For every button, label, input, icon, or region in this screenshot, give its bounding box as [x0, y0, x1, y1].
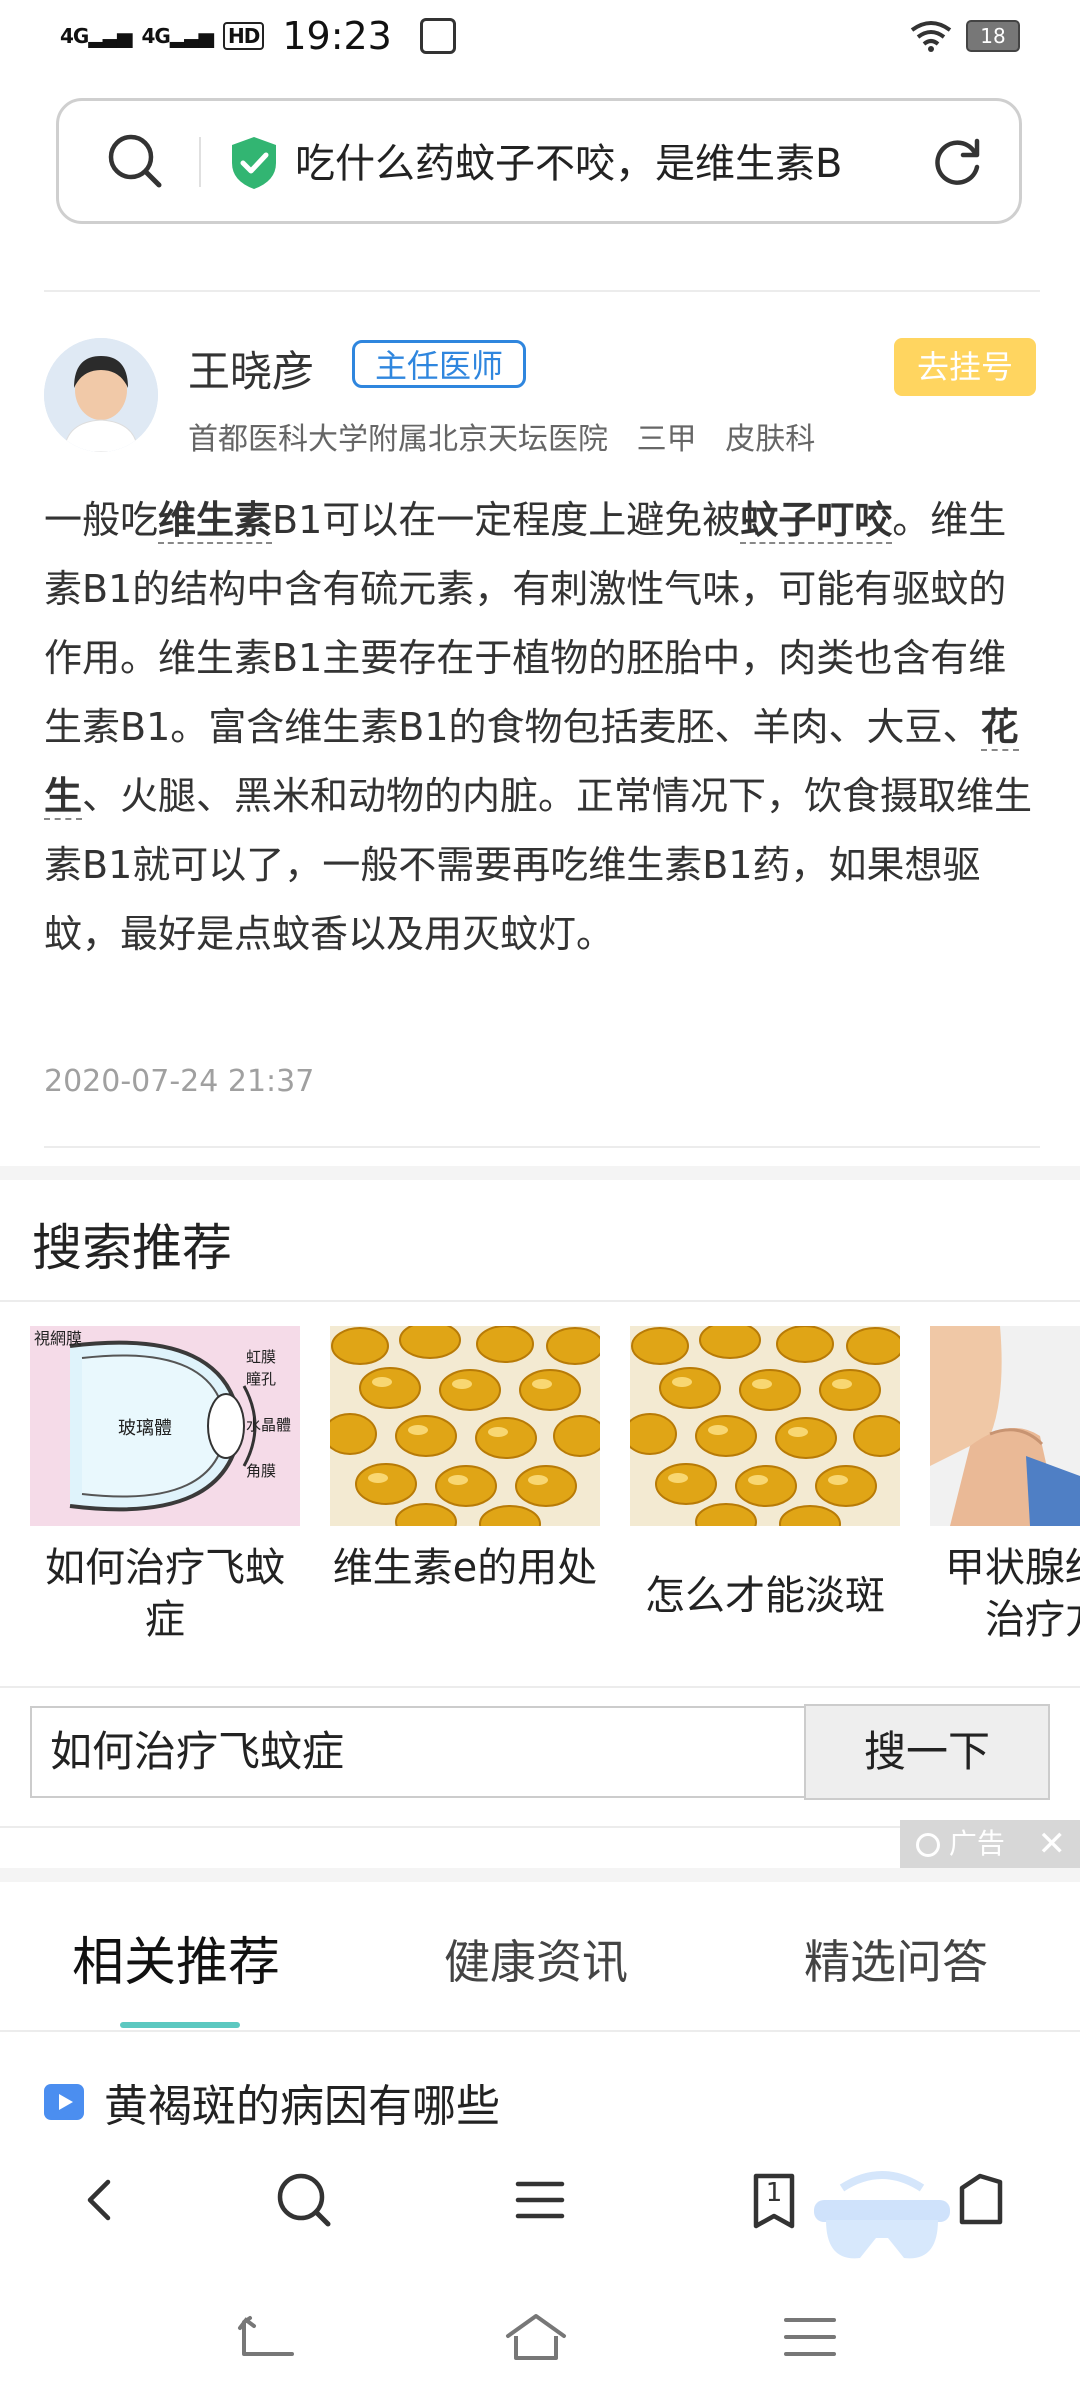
tab-selected-qa[interactable]: 精选问答 — [804, 1926, 988, 1992]
clock: 19:23 — [282, 14, 392, 58]
tab-related[interactable]: 相关推荐 — [72, 1920, 280, 1995]
divider — [0, 1826, 900, 1828]
shield-check-icon — [232, 137, 276, 189]
tab-count: 1 — [765, 2178, 783, 2208]
search-recommend-title: 搜索推荐 — [32, 1219, 232, 1277]
section-gap — [0, 1868, 1080, 1882]
divider — [0, 2030, 1080, 2032]
ad-target-icon — [916, 1833, 940, 1857]
system-nav-bar — [0, 2272, 1080, 2400]
answer-date: 2020-07-24 21:37 — [44, 1064, 315, 1099]
tabs-count-icon[interactable]: 1 — [742, 2168, 806, 2232]
answer-text: 一般吃维生素B1可以在一定程度上避免被蚊子叮咬。维生素B1的结构中含有硫元素，有… — [44, 498, 1033, 956]
video-icon — [44, 2084, 84, 2120]
recommend-card-label[interactable]: 甲状腺结节的治疗方法 — [930, 1542, 1080, 1646]
svg-text:玻璃體: 玻璃體 — [118, 1418, 172, 1439]
browser-nav-bar: 1 — [0, 2128, 1080, 2272]
refresh-icon[interactable] — [929, 135, 985, 191]
status-bar: 4G▂▃▅ 4G▂▃▅ HD 19:23 18 — [0, 0, 1080, 80]
wifi-icon — [910, 21, 952, 52]
status-right: 18 — [910, 20, 1020, 52]
doctor-hospital: 首都医科大学附属北京天坛医院 三甲 皮肤科 — [188, 414, 815, 458]
svg-text:瞳孔: 瞳孔 — [246, 1370, 276, 1388]
recommend-card-label[interactable]: 怎么才能淡斑 — [630, 1570, 900, 1622]
doctor-title-badge: 主任医师 — [352, 340, 527, 388]
search-icon[interactable] — [272, 2168, 336, 2232]
tab-active-indicator — [120, 2022, 240, 2028]
hd-icon: HD — [223, 22, 265, 50]
divider — [0, 1300, 1080, 1302]
department: 皮肤科 — [725, 422, 816, 457]
list-item[interactable]: 黄褐斑的病因有哪些 — [42, 2070, 500, 2134]
ad-label: 广告 — [948, 1827, 1005, 1860]
search-query-text[interactable]: 吃什么药蚊子不咬，是维生素B — [295, 131, 945, 189]
recommend-card[interactable]: 視網膜 虹膜 瞳孔 水晶體 角膜 玻璃體 如何治疗飞蚊症 — [30, 1326, 300, 1646]
register-button[interactable]: 去挂号 — [894, 338, 1036, 396]
search-bar[interactable]: 吃什么药蚊子不咬，是维生素B — [56, 98, 1022, 224]
hospital-name: 首都医科大学附属北京天坛医院 — [188, 422, 608, 457]
ad-tag[interactable]: 广告 ✕ — [900, 1820, 1080, 1868]
news-title[interactable]: 黄褐斑的病因有哪些 — [104, 2070, 500, 2134]
keyword-link-vitamin[interactable]: 维生素 — [158, 498, 273, 544]
divider — [0, 1686, 1080, 1688]
signal-icon-1: 4G▂▃▅ — [60, 24, 132, 48]
recommend-card[interactable]: 甲状腺结节的治疗方法 — [930, 1326, 1080, 1646]
search-divider — [199, 137, 201, 187]
divider — [44, 1146, 1040, 1148]
eye-diagram-image: 視網膜 虹膜 瞳孔 水晶體 角膜 玻璃體 — [30, 1326, 300, 1526]
svg-text:視網膜: 視網膜 — [34, 1329, 82, 1348]
svg-text:角膜: 角膜 — [246, 1462, 276, 1480]
system-recents-icon[interactable] — [778, 2310, 842, 2364]
recommend-card-label[interactable]: 维生素e的用处 — [330, 1542, 600, 1594]
vitamin-capsules-image — [630, 1326, 900, 1526]
recommend-search-button[interactable]: 搜一下 — [804, 1704, 1050, 1800]
signal-icon-2: 4G▂▃▅ — [141, 24, 214, 48]
goggles-mascot-icon — [814, 2171, 950, 2259]
system-home-icon[interactable] — [504, 2310, 568, 2364]
ad-close-icon[interactable]: ✕ — [1038, 1820, 1067, 1868]
vitamin-capsules-image — [330, 1326, 600, 1526]
status-left: 4G▂▃▅ 4G▂▃▅ HD 19:23 — [60, 14, 456, 58]
section-gap — [0, 1166, 1080, 1180]
recommend-card[interactable]: 怎么才能淡斑 — [630, 1326, 900, 1622]
svg-text:虹膜: 虹膜 — [246, 1348, 276, 1366]
doctor-name[interactable]: 王晓彦 — [188, 338, 314, 399]
tab-health-news[interactable]: 健康资讯 — [444, 1926, 628, 1992]
svg-text:水晶體: 水晶體 — [246, 1416, 291, 1434]
keyword-link-mosquito-bite[interactable]: 蚊子叮咬 — [740, 498, 893, 544]
search-icon[interactable] — [107, 133, 163, 189]
system-back-icon[interactable] — [236, 2310, 300, 2364]
recommend-search-input[interactable]: 如何治疗飞蚊症 — [30, 1706, 804, 1798]
doctor-avatar[interactable] — [44, 338, 158, 452]
recommend-card-label[interactable]: 如何治疗飞蚊症 — [30, 1542, 300, 1646]
battery-icon: 18 — [966, 20, 1020, 52]
hospital-level: 三甲 — [636, 422, 697, 457]
menu-icon[interactable] — [508, 2168, 572, 2232]
neck-photo-image — [930, 1326, 1080, 1526]
app-notification-icon — [419, 18, 456, 54]
recommend-card[interactable]: 维生素e的用处 — [330, 1326, 600, 1594]
back-icon[interactable] — [70, 2168, 134, 2232]
home-icon[interactable] — [948, 2168, 1012, 2232]
divider — [44, 290, 1040, 292]
